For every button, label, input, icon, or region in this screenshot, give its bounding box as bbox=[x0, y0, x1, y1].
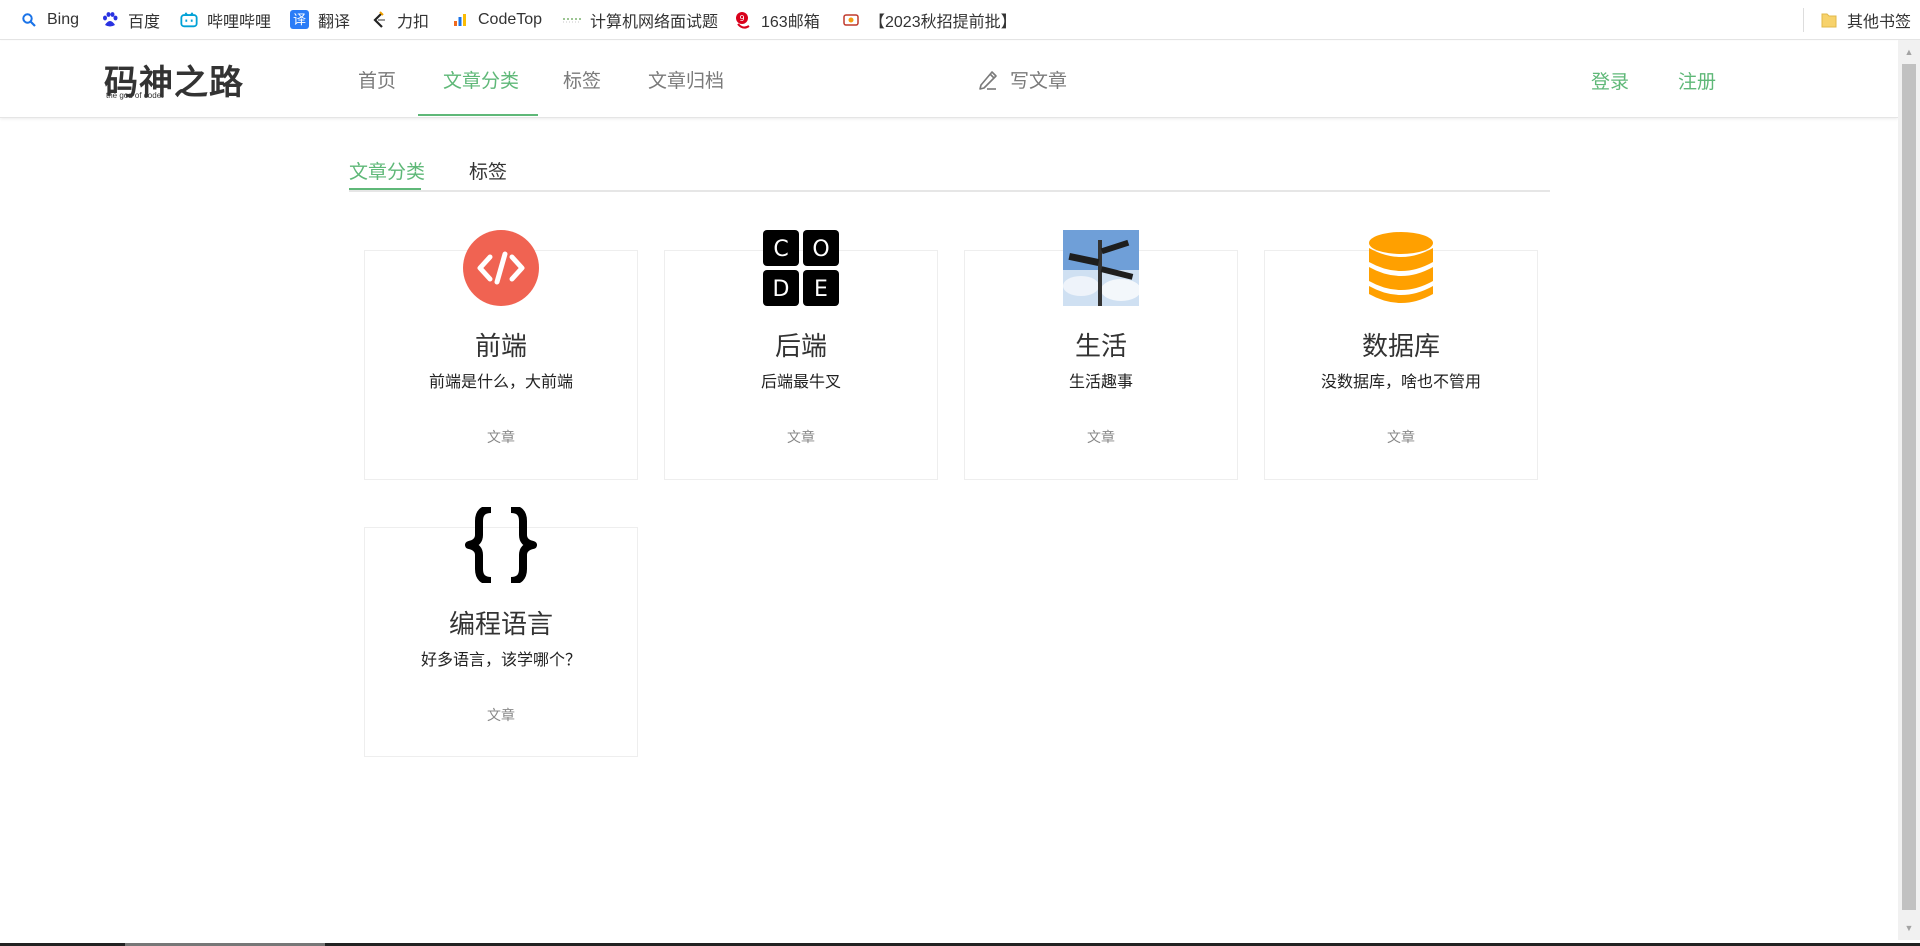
tab-categories[interactable]: 文章分类 bbox=[349, 150, 425, 190]
bookmark-bilibili[interactable]: 哔哩哔哩 bbox=[180, 0, 271, 40]
scroll-down-arrow-icon[interactable]: ▼ bbox=[1898, 920, 1920, 936]
bookmark-campus-recruit[interactable]: 【2023秋招提前批】 bbox=[842, 0, 1017, 40]
bookmark-bing[interactable]: Bing bbox=[20, 0, 79, 40]
tab-active-indicator bbox=[349, 188, 421, 190]
site-header: 码神之路 the god of code! 首页 文章分类 标签 文章归档 写文… bbox=[0, 41, 1898, 118]
dotted-line-icon bbox=[563, 11, 581, 29]
write-article-button[interactable]: 写文章 bbox=[976, 41, 1067, 117]
bookmark-163-mail[interactable]: 9 163邮箱 bbox=[734, 0, 820, 40]
category-title: 后端 bbox=[774, 331, 827, 361]
pen-icon bbox=[976, 67, 1000, 91]
page-icon bbox=[842, 11, 860, 29]
bookmark-label: Bing bbox=[47, 10, 80, 28]
bookmark-codetop[interactable]: CodeTop bbox=[451, 0, 542, 40]
category-title: 生活 bbox=[1074, 331, 1127, 361]
bookmark-network-interview[interactable]: 计算机网络面试题 bbox=[563, 0, 718, 40]
bookmarks-bar: Bing 百度 哔哩哔哩 译 翻译 力扣 CodeTop 计算机网络面试题 9 … bbox=[0, 0, 1920, 40]
site-logo[interactable]: 码神之路 the god of code! bbox=[104, 55, 244, 103]
bookmark-translate[interactable]: 译 翻译 bbox=[290, 0, 350, 40]
write-article-label: 写文章 bbox=[1010, 70, 1068, 92]
nav-home[interactable]: 首页 bbox=[358, 41, 396, 117]
mail-163-icon: 9 bbox=[734, 11, 752, 29]
bookmarks-divider bbox=[1803, 8, 1804, 32]
code-blocks-icon: C O D E bbox=[763, 230, 839, 306]
bookmark-label: 其他书签 bbox=[1847, 13, 1912, 31]
svg-text:D: D bbox=[773, 277, 790, 302]
bookmark-leetcode[interactable]: 力扣 bbox=[370, 0, 429, 40]
bookmark-label: 计算机网络面试题 bbox=[590, 13, 719, 31]
bar-chart-icon bbox=[451, 11, 469, 29]
category-article-label: 文章 bbox=[787, 429, 815, 445]
category-article-label: 文章 bbox=[1387, 429, 1415, 445]
register-link[interactable]: 注册 bbox=[1678, 41, 1716, 119]
scroll-thumb[interactable] bbox=[1902, 64, 1916, 910]
bookmark-label: 163邮箱 bbox=[761, 13, 820, 31]
nav-active-indicator bbox=[418, 114, 538, 116]
bookmark-label: 力扣 bbox=[397, 13, 430, 31]
bilibili-tv-icon bbox=[180, 11, 198, 29]
bookmark-baidu[interactable]: 百度 bbox=[101, 0, 160, 40]
svg-text:E: E bbox=[814, 277, 828, 302]
category-description: 前端是什么，大前端 bbox=[428, 374, 573, 391]
bing-search-icon bbox=[20, 11, 38, 29]
category-description: 生活趣事 bbox=[1068, 374, 1133, 391]
category-description: 好多语言，该学哪个？ bbox=[420, 652, 581, 669]
folder-icon bbox=[1820, 11, 1838, 29]
login-link[interactable]: 登录 bbox=[1591, 41, 1629, 119]
category-article-label: 文章 bbox=[487, 429, 515, 445]
bookmark-label: 【2023秋招提前批】 bbox=[869, 13, 1017, 31]
nav-categories[interactable]: 文章分类 bbox=[443, 41, 519, 117]
signpost-photo-icon bbox=[1063, 230, 1141, 306]
svg-text:C: C bbox=[773, 237, 788, 262]
category-tabs: 文章分类 标签 bbox=[349, 150, 1550, 192]
category-description: 没数据库，啥也不管用 bbox=[1320, 374, 1481, 391]
svg-text:O: O bbox=[812, 237, 829, 262]
logo-subtitle: the god of code! bbox=[106, 91, 164, 100]
bookmark-label: 百度 bbox=[128, 13, 161, 31]
category-title: 前端 bbox=[474, 331, 527, 361]
category-article-label: 文章 bbox=[487, 707, 515, 723]
bookmark-other-folder[interactable]: 其他书签 bbox=[1820, 0, 1911, 40]
nav-archive[interactable]: 文章归档 bbox=[648, 41, 724, 117]
baidu-paw-icon bbox=[101, 11, 119, 29]
translate-icon: 译 bbox=[290, 10, 309, 29]
category-article-label: 文章 bbox=[1087, 429, 1115, 445]
curly-braces-icon bbox=[463, 505, 539, 585]
category-title: 编程语言 bbox=[448, 609, 553, 639]
frontend-code-icon bbox=[463, 230, 539, 306]
category-title: 数据库 bbox=[1361, 331, 1440, 361]
tab-tags[interactable]: 标签 bbox=[469, 150, 507, 190]
svg-text:9: 9 bbox=[739, 14, 744, 23]
category-description: 后端最牛叉 bbox=[760, 374, 841, 391]
vertical-scrollbar[interactable]: ▲ ▼ bbox=[1898, 40, 1920, 940]
database-icon bbox=[1363, 230, 1439, 306]
scroll-up-arrow-icon[interactable]: ▲ bbox=[1898, 44, 1920, 60]
bookmark-label: 翻译 bbox=[318, 13, 351, 31]
bookmark-label: 哔哩哔哩 bbox=[207, 13, 272, 31]
bookmark-label: CodeTop bbox=[478, 10, 543, 28]
leetcode-icon bbox=[370, 10, 388, 29]
nav-tags[interactable]: 标签 bbox=[563, 41, 601, 117]
